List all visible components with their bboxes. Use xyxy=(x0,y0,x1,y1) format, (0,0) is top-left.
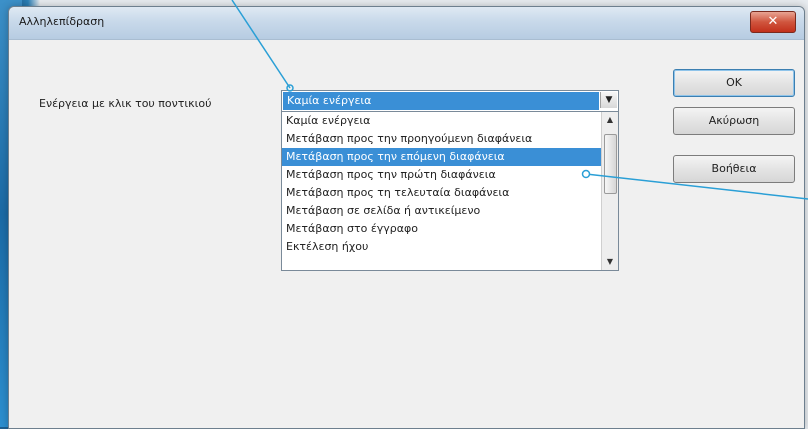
callout-line-list-item xyxy=(585,173,808,200)
callout-line-combobox xyxy=(231,0,291,89)
callout-overlay xyxy=(231,0,808,200)
callout-dot-list-item xyxy=(581,169,591,179)
